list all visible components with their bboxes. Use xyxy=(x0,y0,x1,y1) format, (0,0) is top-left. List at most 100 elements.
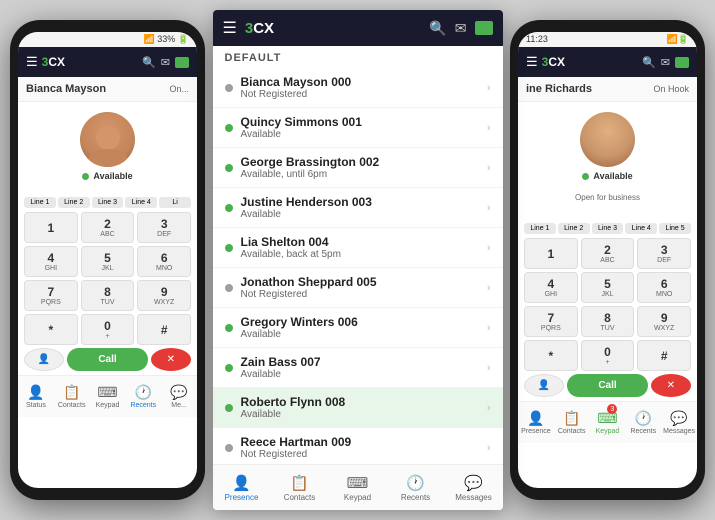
left-user-icon-btn[interactable]: 👤 xyxy=(24,348,64,371)
left-nav-contacts[interactable]: 📋 Contacts xyxy=(54,376,90,417)
contact-status-8: Available xyxy=(241,409,483,420)
contact-item-5[interactable]: Jonathon Sheppard 005 Not Registered › xyxy=(213,268,503,308)
left-line-2[interactable]: Line 2 xyxy=(58,197,90,208)
dropdown-panel: ☰ 3CX 🔍 ✉ DEFAULT Bianca Mayson 000 Not … xyxy=(213,10,503,510)
right-line-4[interactable]: Line 4 xyxy=(625,223,657,234)
contact-dot-6 xyxy=(225,324,233,332)
contact-name-2: George Brassington 002 xyxy=(241,155,483,169)
right-user-icon-btn[interactable]: 👤 xyxy=(524,374,564,397)
left-line-row: Line 1 Line 2 Line 3 Line 4 Li xyxy=(24,197,191,208)
contact-item-6[interactable]: Gregory Winters 006 Available › xyxy=(213,308,503,348)
dropdown-nav-keypad[interactable]: ⌨ Keypad xyxy=(329,465,387,510)
left-phone-screen: 📶 33% 🔋 ☰ 3CX 🔍 ✉ Bianca Mayson On... Av… xyxy=(18,32,197,488)
dropdown-menu-icon[interactable]: ☰ xyxy=(223,18,237,38)
left-app-header: ☰ 3CX 🔍 ✉ xyxy=(18,47,197,77)
left-line-4[interactable]: Line 4 xyxy=(125,197,157,208)
dropdown-contact-list[interactable]: Bianca Mayson 000 Not Registered › Quinc… xyxy=(213,68,503,464)
right-mail-icon[interactable]: ✉ xyxy=(661,56,670,69)
dropdown-nav-recents[interactable]: 🕐 Recents xyxy=(387,465,445,510)
left-menu-icon[interactable]: ☰ xyxy=(26,54,38,70)
right-key-1[interactable]: 1 xyxy=(524,238,578,269)
left-key-0[interactable]: 0+ xyxy=(81,314,135,345)
contact-dot-7 xyxy=(225,364,233,372)
right-status-dot xyxy=(582,173,589,180)
dropdown-nav-keypad-icon: ⌨ xyxy=(347,474,369,492)
left-key-6[interactable]: 6MNO xyxy=(137,246,191,277)
contact-status-1: Available xyxy=(241,129,483,140)
left-nav-recents[interactable]: 🕐 Recents xyxy=(125,376,161,417)
dropdown-nav-presence[interactable]: 👤 Presence xyxy=(213,465,271,510)
left-key-9[interactable]: 9WXYZ xyxy=(137,280,191,311)
contact-item-0[interactable]: Bianca Mayson 000 Not Registered › xyxy=(213,68,503,108)
contact-item-2[interactable]: George Brassington 002 Available, until … xyxy=(213,148,503,188)
left-nav-contacts-label: Contacts xyxy=(58,402,86,409)
left-status-label: Available xyxy=(93,171,132,181)
contact-info-0: Bianca Mayson 000 Not Registered xyxy=(241,75,483,100)
dropdown-nav-recents-icon: 🕐 xyxy=(406,474,425,492)
right-menu-icon[interactable]: ☰ xyxy=(526,54,538,70)
left-call-row: 👤 Call ✕ xyxy=(24,348,191,371)
left-line-1[interactable]: Line 1 xyxy=(24,197,56,208)
right-key-3[interactable]: 3DEF xyxy=(637,238,691,269)
left-key-hash[interactable]: # xyxy=(137,314,191,345)
left-call-button[interactable]: Call xyxy=(67,348,148,371)
right-nav-keypad[interactable]: ⌨ Keypad 3 xyxy=(590,402,626,443)
right-status-green xyxy=(675,57,689,68)
left-nav-keypad[interactable]: ⌨ Keypad xyxy=(90,376,126,417)
left-nav-more[interactable]: 💬 Me... xyxy=(161,376,197,417)
right-line-2[interactable]: Line 2 xyxy=(558,223,590,234)
left-key-star[interactable]: * xyxy=(24,314,78,345)
right-key-2[interactable]: 2ABC xyxy=(581,238,635,269)
right-line-row: Line 1 Line 2 Line 3 Line 4 Line 5 xyxy=(524,223,691,234)
right-key-9[interactable]: 9WXYZ xyxy=(637,306,691,337)
right-key-6[interactable]: 6MNO xyxy=(637,272,691,303)
right-key-7[interactable]: 7PQRS xyxy=(524,306,578,337)
right-key-5[interactable]: 5JKL xyxy=(581,272,635,303)
left-key-8[interactable]: 8TUV xyxy=(81,280,135,311)
left-key-3[interactable]: 3DEF xyxy=(137,212,191,243)
left-backspace-btn[interactable]: ✕ xyxy=(151,348,191,371)
left-avatar-area: Available xyxy=(18,102,197,193)
left-key-5[interactable]: 5JKL xyxy=(81,246,135,277)
left-nav-status[interactable]: 👤 Status xyxy=(18,376,54,417)
contact-item-8[interactable]: Roberto Flynn 008 Available › xyxy=(213,388,503,428)
contact-name-9: Reece Hartman 009 xyxy=(241,435,483,449)
left-line-li[interactable]: Li xyxy=(159,197,191,208)
right-line-1[interactable]: Line 1 xyxy=(524,223,556,234)
dropdown-nav-messages[interactable]: 💬 Messages xyxy=(445,465,503,510)
left-key-1[interactable]: 1 xyxy=(24,212,78,243)
dropdown-nav-messages-icon: 💬 xyxy=(464,474,483,492)
right-nav-presence[interactable]: 👤 Presence xyxy=(518,402,554,443)
left-line-3[interactable]: Line 3 xyxy=(92,197,124,208)
right-nav-contacts[interactable]: 📋 Contacts xyxy=(554,402,590,443)
left-nav-status-label: Status xyxy=(26,402,46,409)
right-phone-screen: 11:23 📶🔋 ☰ 3CX 🔍 ✉ ine Richards On Hook xyxy=(518,32,697,488)
right-line-5[interactable]: Line 5 xyxy=(659,223,691,234)
right-search-icon[interactable]: 🔍 xyxy=(642,56,656,69)
right-backspace-btn[interactable]: ✕ xyxy=(651,374,691,397)
dropdown-nav-presence-icon: 👤 xyxy=(232,474,251,492)
dropdown-search-icon[interactable]: 🔍 xyxy=(429,20,446,37)
right-nav-recents[interactable]: 🕐 Recents xyxy=(625,402,661,443)
right-key-8[interactable]: 8TUV xyxy=(581,306,635,337)
dropdown-nav-contacts[interactable]: 📋 Contacts xyxy=(271,465,329,510)
contact-item-9[interactable]: Reece Hartman 009 Not Registered › xyxy=(213,428,503,464)
right-call-button[interactable]: Call xyxy=(567,374,648,397)
left-search-icon[interactable]: 🔍 xyxy=(142,56,156,69)
right-key-4[interactable]: 4GHI xyxy=(524,272,578,303)
right-key-star[interactable]: * xyxy=(524,340,578,371)
left-mail-icon[interactable]: ✉ xyxy=(161,56,170,69)
left-battery: 📶 33% 🔋 xyxy=(144,34,189,45)
contact-item-1[interactable]: Quincy Simmons 001 Available › xyxy=(213,108,503,148)
right-key-hash[interactable]: # xyxy=(637,340,691,371)
right-key-0[interactable]: 0+ xyxy=(581,340,635,371)
contact-item-3[interactable]: Justine Henderson 003 Available › xyxy=(213,188,503,228)
right-line-3[interactable]: Line 3 xyxy=(592,223,624,234)
left-key-2[interactable]: 2ABC xyxy=(81,212,135,243)
dropdown-mail-icon[interactable]: ✉ xyxy=(455,20,467,37)
right-nav-messages[interactable]: 💬 Messages xyxy=(661,402,697,443)
left-key-4[interactable]: 4GHI xyxy=(24,246,78,277)
left-key-7[interactable]: 7PQRS xyxy=(24,280,78,311)
contact-item-7[interactable]: Zain Bass 007 Available › xyxy=(213,348,503,388)
contact-item-4[interactable]: Lia Shelton 004 Available, back at 5pm › xyxy=(213,228,503,268)
